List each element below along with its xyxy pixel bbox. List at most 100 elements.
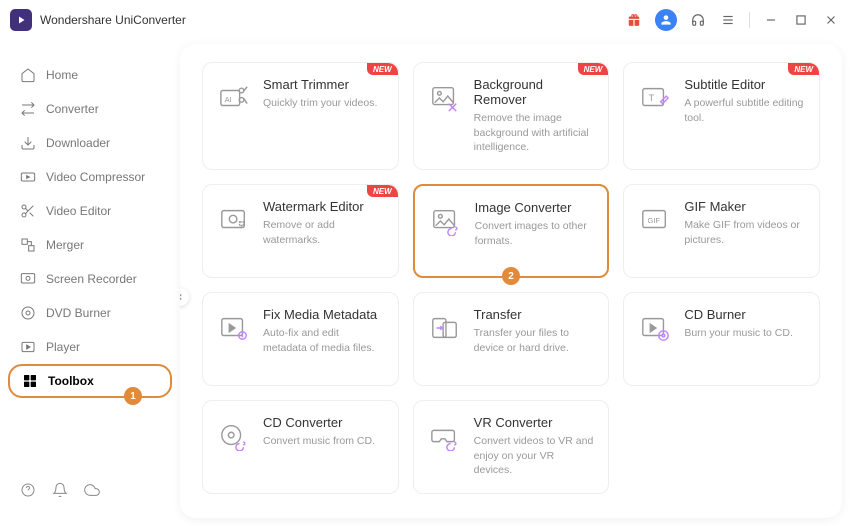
headset-icon[interactable] [689, 11, 707, 29]
svg-text:GIF: GIF [648, 216, 661, 225]
new-badge: NEW [788, 63, 819, 75]
user-avatar-icon[interactable] [655, 9, 677, 31]
tool-cd-burner[interactable]: CD Burner Burn your music to CD. [623, 292, 820, 386]
cloud-icon[interactable] [84, 482, 100, 498]
callout-badge: 2 [502, 267, 520, 285]
merger-icon [20, 237, 36, 253]
sidebar-item-label: Video Compressor [46, 170, 145, 184]
tool-title: Smart Trimmer [263, 77, 384, 92]
tool-desc: Remove the image background with artific… [474, 111, 595, 155]
tool-cd-converter[interactable]: CD Converter Convert music from CD. [202, 400, 399, 494]
sidebar-item-label: Video Editor [46, 204, 111, 218]
metadata-icon [217, 311, 251, 345]
new-badge: NEW [578, 63, 609, 75]
tool-title: Fix Media Metadata [263, 307, 384, 322]
download-icon [20, 135, 36, 151]
app-title: Wondershare UniConverter [40, 13, 186, 27]
sidebar-item-dvd-burner[interactable]: DVD Burner [0, 296, 180, 330]
cd-burner-icon [638, 311, 672, 345]
transfer-icon [428, 311, 462, 345]
cd-converter-icon [217, 419, 251, 453]
sidebar-item-downloader[interactable]: Downloader [0, 126, 180, 160]
tool-title: Watermark Editor [263, 199, 384, 214]
tool-title: Background Remover [474, 77, 595, 107]
gif-maker-icon: GIF [638, 203, 672, 237]
new-badge: NEW [367, 185, 398, 197]
tool-transfer[interactable]: Transfer Transfer your files to device o… [413, 292, 610, 386]
tool-title: GIF Maker [684, 199, 805, 214]
tool-title: CD Converter [263, 415, 384, 430]
sidebar-item-label: Screen Recorder [46, 272, 137, 286]
tool-desc: Transfer your files to device or hard dr… [474, 326, 595, 355]
new-badge: NEW [367, 63, 398, 75]
sidebar-item-player[interactable]: Player [0, 330, 180, 364]
tool-grid: NEW AI Smart Trimmer Quickly trim your v… [202, 62, 820, 494]
background-remover-icon [428, 81, 462, 115]
collapse-sidebar-button[interactable] [180, 288, 189, 306]
tool-image-converter[interactable]: Image Converter Convert images to other … [413, 184, 610, 278]
tool-background-remover[interactable]: NEW Background Remover Remove the image … [413, 62, 610, 170]
tool-desc: Quickly trim your videos. [263, 96, 384, 111]
tool-title: VR Converter [474, 415, 595, 430]
tool-desc: Burn your music to CD. [684, 326, 805, 341]
tool-desc: Convert videos to VR and enjoy on your V… [474, 434, 595, 478]
tool-watermark-editor[interactable]: NEW Watermark Editor Remove or add water… [202, 184, 399, 278]
scissors-icon [20, 203, 36, 219]
player-icon [20, 339, 36, 355]
titlebar: Wondershare UniConverter [0, 0, 850, 40]
tool-fix-media-metadata[interactable]: Fix Media Metadata Auto-fix and edit met… [202, 292, 399, 386]
tool-gif-maker[interactable]: GIF GIF Maker Make GIF from videos or pi… [623, 184, 820, 278]
sidebar-item-label: Converter [46, 102, 99, 116]
sidebar-item-label: Downloader [46, 136, 110, 150]
sidebar-item-toolbox[interactable]: Toolbox 1 [8, 364, 172, 398]
tool-desc: Convert music from CD. [263, 434, 384, 449]
close-icon[interactable] [822, 11, 840, 29]
sidebar-bottom [0, 482, 180, 508]
divider [749, 12, 750, 28]
tool-title: Transfer [474, 307, 595, 322]
gift-icon[interactable] [625, 11, 643, 29]
image-converter-icon [429, 204, 463, 238]
tool-desc: Auto-fix and edit metadata of media file… [263, 326, 384, 355]
sidebar-item-label: Player [46, 340, 80, 354]
app-logo [10, 9, 32, 31]
sidebar-item-label: Merger [46, 238, 84, 252]
subtitle-editor-icon: T [638, 81, 672, 115]
maximize-icon[interactable] [792, 11, 810, 29]
dvd-icon [20, 305, 36, 321]
tool-vr-converter[interactable]: VR Converter Convert videos to VR and en… [413, 400, 610, 494]
bell-icon[interactable] [52, 482, 68, 498]
svg-text:AI: AI [225, 95, 232, 104]
sidebar-item-video-editor[interactable]: Video Editor [0, 194, 180, 228]
smart-trimmer-icon: AI [217, 81, 251, 115]
tool-title: CD Burner [684, 307, 805, 322]
svg-text:T: T [649, 93, 655, 103]
menu-icon[interactable] [719, 11, 737, 29]
converter-icon [20, 101, 36, 117]
tool-subtitle-editor[interactable]: NEW T Subtitle Editor A powerful subtitl… [623, 62, 820, 170]
sidebar-item-screen-recorder[interactable]: Screen Recorder [0, 262, 180, 296]
sidebar-item-merger[interactable]: Merger [0, 228, 180, 262]
watermark-icon [217, 203, 251, 237]
compressor-icon [20, 169, 36, 185]
sidebar: Home Converter Downloader Video Compress… [0, 40, 180, 526]
recorder-icon [20, 271, 36, 287]
tool-title: Subtitle Editor [684, 77, 805, 92]
tool-smart-trimmer[interactable]: NEW AI Smart Trimmer Quickly trim your v… [202, 62, 399, 170]
sidebar-item-label: Toolbox [48, 374, 94, 388]
tool-desc: Make GIF from videos or pictures. [684, 218, 805, 247]
sidebar-item-label: DVD Burner [46, 306, 111, 320]
sidebar-item-video-compressor[interactable]: Video Compressor [0, 160, 180, 194]
sidebar-item-converter[interactable]: Converter [0, 92, 180, 126]
tool-desc: A powerful subtitle editing tool. [684, 96, 805, 125]
tool-desc: Remove or add watermarks. [263, 218, 384, 247]
help-icon[interactable] [20, 482, 36, 498]
toolbox-icon [22, 373, 38, 389]
titlebar-actions [625, 9, 840, 31]
tool-title: Image Converter [475, 200, 594, 215]
sidebar-item-home[interactable]: Home [0, 58, 180, 92]
sidebar-item-label: Home [46, 68, 78, 82]
main-panel: NEW AI Smart Trimmer Quickly trim your v… [180, 44, 842, 518]
minimize-icon[interactable] [762, 11, 780, 29]
home-icon [20, 67, 36, 83]
